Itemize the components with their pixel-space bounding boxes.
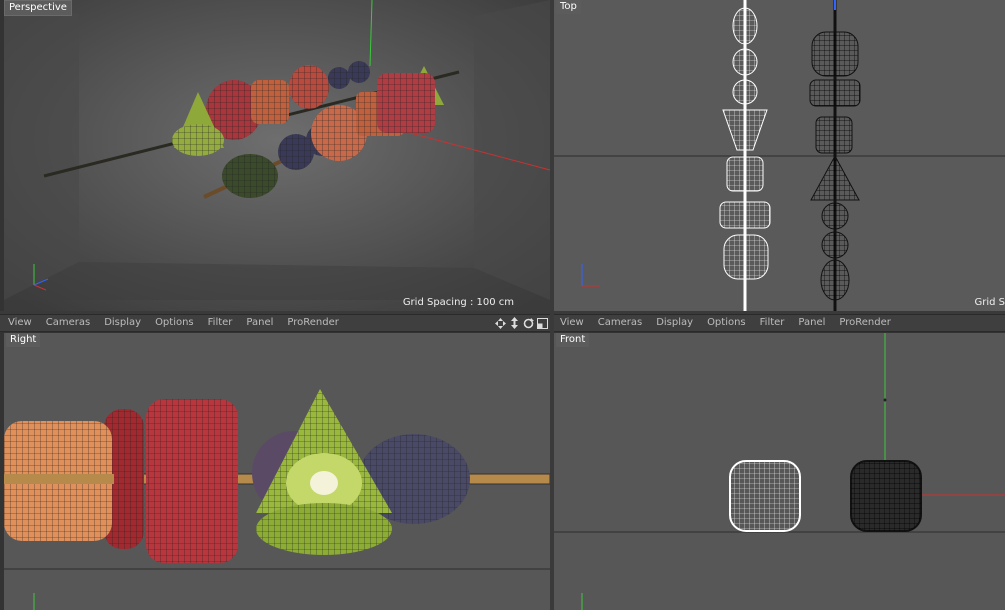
- top-scene: [554, 0, 1005, 311]
- menu-panel[interactable]: Panel: [791, 314, 832, 332]
- menu-view[interactable]: View: [0, 314, 39, 332]
- viewport-nav-icons: [494, 316, 548, 330]
- menu-prorender[interactable]: ProRender: [280, 314, 345, 332]
- viewport-menubar-right: View Cameras Display Options Filter Pane…: [552, 314, 1005, 332]
- menu-cameras[interactable]: Cameras: [591, 314, 649, 332]
- viewport-divider-vertical[interactable]: [550, 0, 554, 610]
- viewport-label: Front: [556, 333, 590, 347]
- grid-spacing-label: Grid Spacing : 100 cm: [402, 297, 514, 308]
- grid-spacing-label: Grid S: [974, 297, 1005, 308]
- menu-filter[interactable]: Filter: [201, 314, 240, 332]
- viewport-front[interactable]: Front: [554, 333, 1005, 610]
- front-scene: [554, 333, 1005, 610]
- perspective-scene: [4, 0, 550, 311]
- viewport-label: Right: [6, 333, 41, 347]
- menu-options[interactable]: Options: [148, 314, 201, 332]
- cinema4d-viewport-layout: Perspective Grid Spacing : 100 cm Top Gr…: [0, 0, 1005, 610]
- right-scene: [4, 389, 550, 610]
- menu-panel[interactable]: Panel: [239, 314, 280, 332]
- menu-cameras[interactable]: Cameras: [39, 314, 97, 332]
- zoom-view-icon[interactable]: [508, 316, 520, 330]
- menu-display[interactable]: Display: [97, 314, 148, 332]
- viewport-top[interactable]: Top Grid S: [554, 0, 1005, 311]
- move-view-icon[interactable]: [494, 316, 506, 330]
- viewport-divider-horizontal[interactable]: [0, 311, 1005, 314]
- viewport-label: Top: [556, 0, 581, 14]
- viewport-menubar-left: View Cameras Display Options Filter Pane…: [0, 314, 552, 332]
- viewport-label: Perspective: [4, 0, 72, 16]
- menu-filter[interactable]: Filter: [753, 314, 792, 332]
- toggle-layout-icon[interactable]: [536, 316, 548, 330]
- menu-view[interactable]: View: [552, 314, 591, 332]
- menu-options[interactable]: Options: [700, 314, 753, 332]
- menu-display[interactable]: Display: [649, 314, 700, 332]
- menu-prorender[interactable]: ProRender: [832, 314, 897, 332]
- viewport-right[interactable]: Right: [4, 333, 550, 610]
- rotate-view-icon[interactable]: [522, 316, 534, 330]
- viewport-perspective[interactable]: Perspective Grid Spacing : 100 cm: [4, 0, 550, 311]
